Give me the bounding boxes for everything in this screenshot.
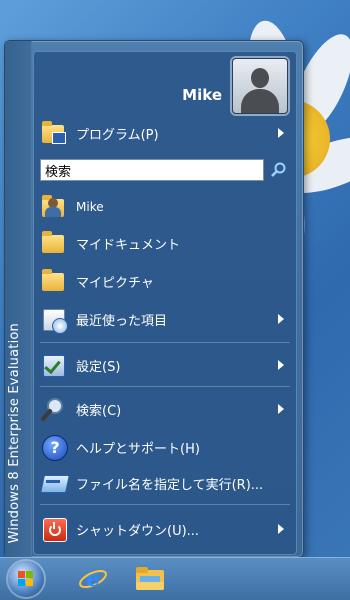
- search-input[interactable]: [40, 159, 264, 181]
- submenu-arrow-icon: [278, 360, 284, 370]
- programs-label: プログラム(P): [76, 127, 159, 143]
- user-avatar[interactable]: [232, 58, 288, 114]
- menu-separator: [40, 342, 290, 343]
- submenu-arrow-icon: [278, 128, 284, 138]
- menu-item-user-folder[interactable]: Mike: [40, 192, 290, 222]
- user-folder-label: Mike: [76, 200, 104, 214]
- settings-label: 設定(S): [76, 359, 121, 375]
- menu-separator: [40, 386, 290, 387]
- search-icon[interactable]: [270, 161, 288, 179]
- programs-icon: [40, 120, 68, 146]
- menu-item-settings[interactable]: 設定(S): [40, 350, 290, 380]
- submenu-arrow-icon: [278, 524, 284, 534]
- windows-logo-icon: [18, 571, 33, 586]
- user-name: Mike: [182, 86, 222, 104]
- folder-icon: [40, 230, 68, 256]
- settings-icon: [40, 352, 68, 378]
- help-icon: ?: [40, 434, 68, 461]
- my-pictures-label: マイピクチャ: [76, 275, 154, 291]
- menu-item-my-pictures[interactable]: マイピクチャ: [40, 266, 290, 296]
- menu-item-run[interactable]: ファイル名を指定して実行(R)...: [40, 468, 290, 498]
- file-explorer-icon[interactable]: [134, 564, 166, 594]
- run-icon: [40, 470, 70, 496]
- menu-item-shutdown[interactable]: シャットダウン(U)...: [40, 514, 290, 544]
- recent-items-label: 最近使った項目: [76, 313, 168, 329]
- edition-banner: Windows 8 Enterprise Evaluation: [5, 41, 32, 557]
- run-label: ファイル名を指定して実行(R)...: [76, 477, 264, 493]
- folder-icon: [40, 268, 68, 294]
- taskbar: e: [0, 557, 350, 600]
- my-documents-label: マイドキュメント: [76, 237, 181, 253]
- menu-item-search[interactable]: 検索(C): [40, 394, 290, 424]
- power-icon: [40, 516, 68, 542]
- internet-explorer-icon[interactable]: e: [78, 564, 108, 594]
- edition-banner-text: Windows 8 Enterprise Evaluation: [7, 322, 22, 543]
- menu-item-help[interactable]: ? ヘルプとサポート(H): [40, 432, 290, 462]
- magnifier-icon: [40, 396, 68, 422]
- search-label: 検索(C): [76, 403, 122, 419]
- submenu-arrow-icon: [278, 404, 284, 414]
- submenu-arrow-icon: [278, 314, 284, 324]
- start-menu: Windows 8 Enterprise Evaluation Mike プログ…: [4, 40, 304, 558]
- shutdown-label: シャットダウン(U)...: [76, 523, 200, 539]
- start-menu-panel: Mike プログラム(P) Mike: [33, 51, 297, 555]
- menu-item-programs[interactable]: プログラム(P): [40, 118, 290, 148]
- menu-item-recent-items[interactable]: 最近使った項目: [40, 304, 290, 334]
- user-folder-icon: [40, 194, 68, 220]
- svg-text:e: e: [86, 566, 100, 592]
- start-button[interactable]: [8, 561, 44, 597]
- menu-item-my-documents[interactable]: マイドキュメント: [40, 228, 290, 258]
- recent-items-icon: [40, 306, 68, 334]
- menu-separator: [40, 504, 290, 505]
- help-label: ヘルプとサポート(H): [76, 441, 200, 457]
